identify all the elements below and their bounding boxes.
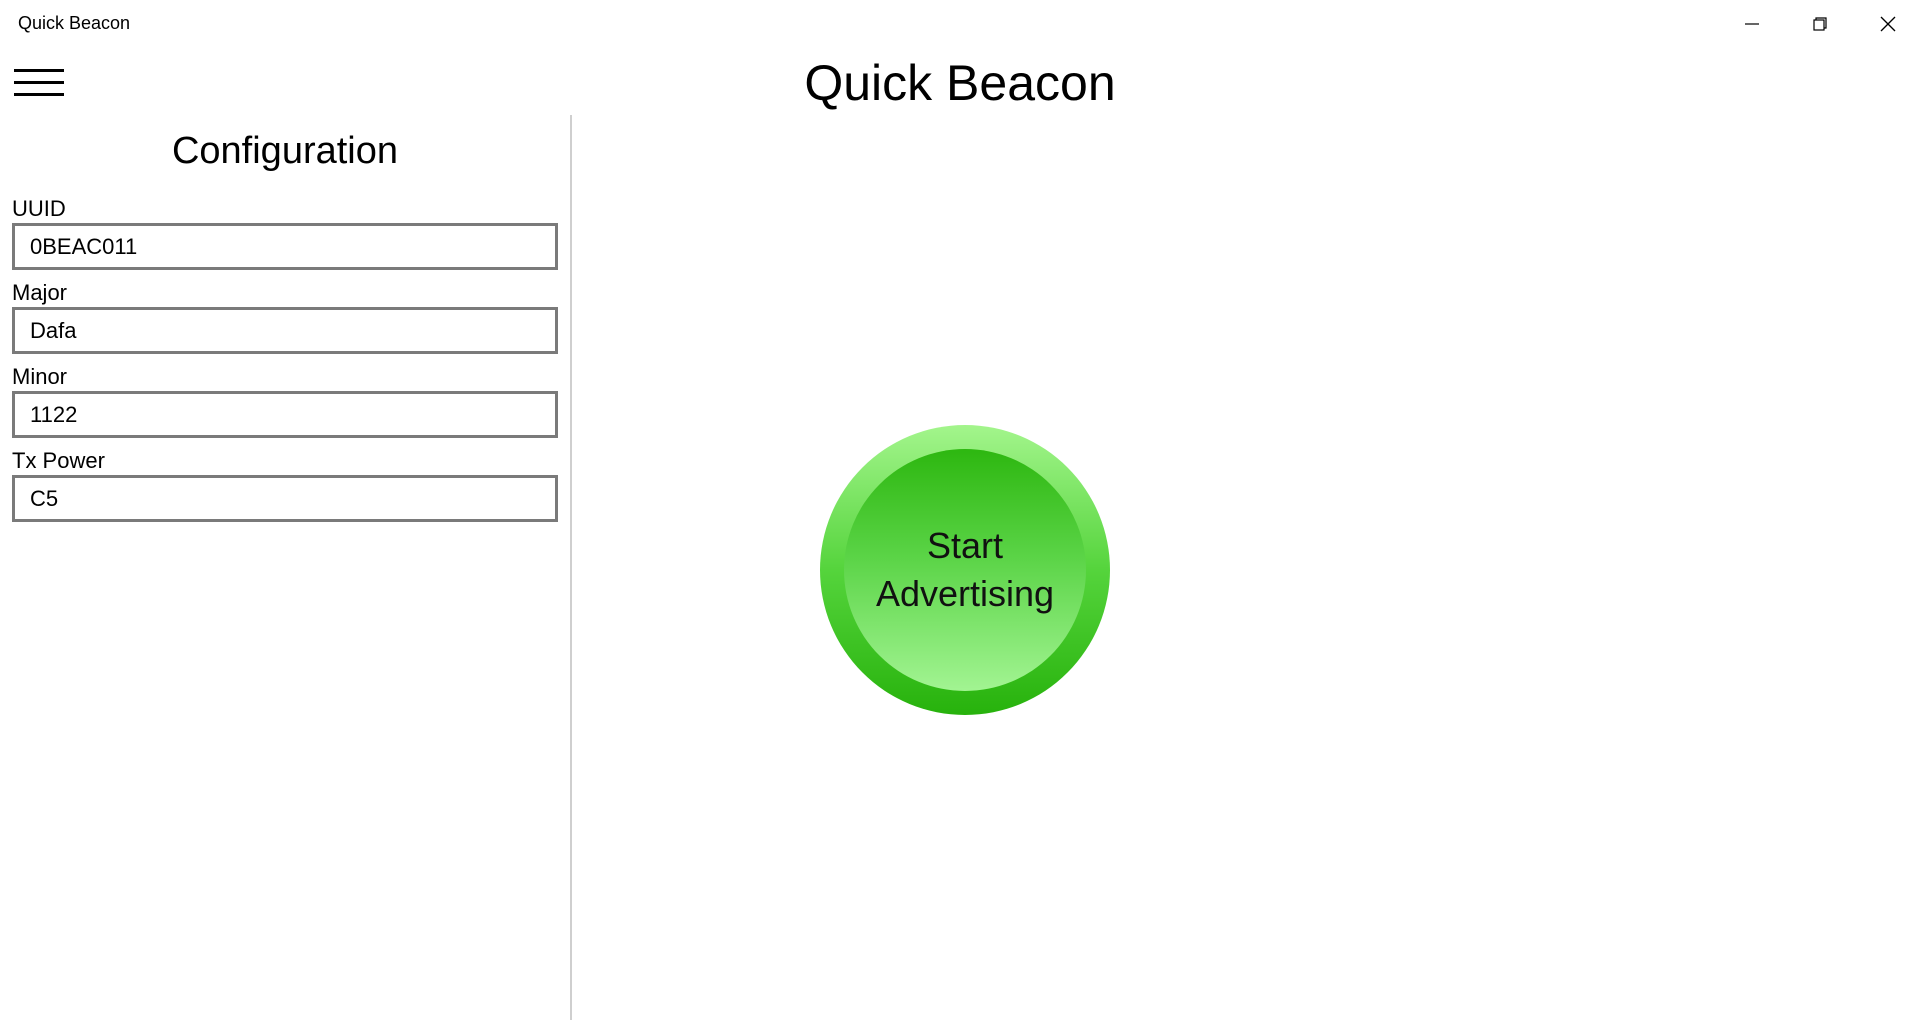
uuid-label: UUID [12, 196, 66, 221]
hamburger-menu-icon[interactable] [14, 66, 64, 98]
start-advertising-button[interactable]: Start Advertising [820, 425, 1110, 715]
window-title: Quick Beacon [18, 13, 131, 33]
minor-label: Minor [12, 364, 68, 389]
minor-field[interactable]: 1122 [12, 391, 558, 438]
hamburger-line [14, 69, 64, 72]
close-icon [1880, 16, 1896, 32]
hamburger-line [14, 93, 64, 96]
start-advertising-label: Start Advertising [865, 522, 1065, 618]
major-field[interactable]: Dafa [12, 307, 558, 354]
app-window: Quick Beacon Quick Beacon Configuration … [0, 0, 1920, 1020]
start-label-line2: Advertising [875, 573, 1055, 614]
tx-power-label: Tx Power [12, 448, 105, 473]
close-button[interactable] [1854, 0, 1920, 48]
minimize-icon [1745, 23, 1759, 25]
uuid-field[interactable]: 0BEAC011 [12, 223, 558, 270]
major-label: Major [12, 280, 68, 305]
start-advertising-button-face: Start Advertising [844, 449, 1086, 691]
hamburger-line [14, 81, 64, 84]
start-label-line1: Start [926, 525, 1004, 566]
configuration-title: Configuration [171, 130, 399, 172]
restore-button[interactable] [1786, 0, 1854, 48]
tx-power-field[interactable]: C5 [12, 475, 558, 522]
page-title: Quick Beacon [804, 55, 1116, 111]
configuration-pane: Configuration UUID 0BEAC011 Major Dafa M… [0, 115, 572, 1020]
minimize-button[interactable] [1718, 0, 1786, 48]
title-bar: Quick Beacon [0, 0, 1920, 48]
restore-icon [1813, 17, 1827, 31]
